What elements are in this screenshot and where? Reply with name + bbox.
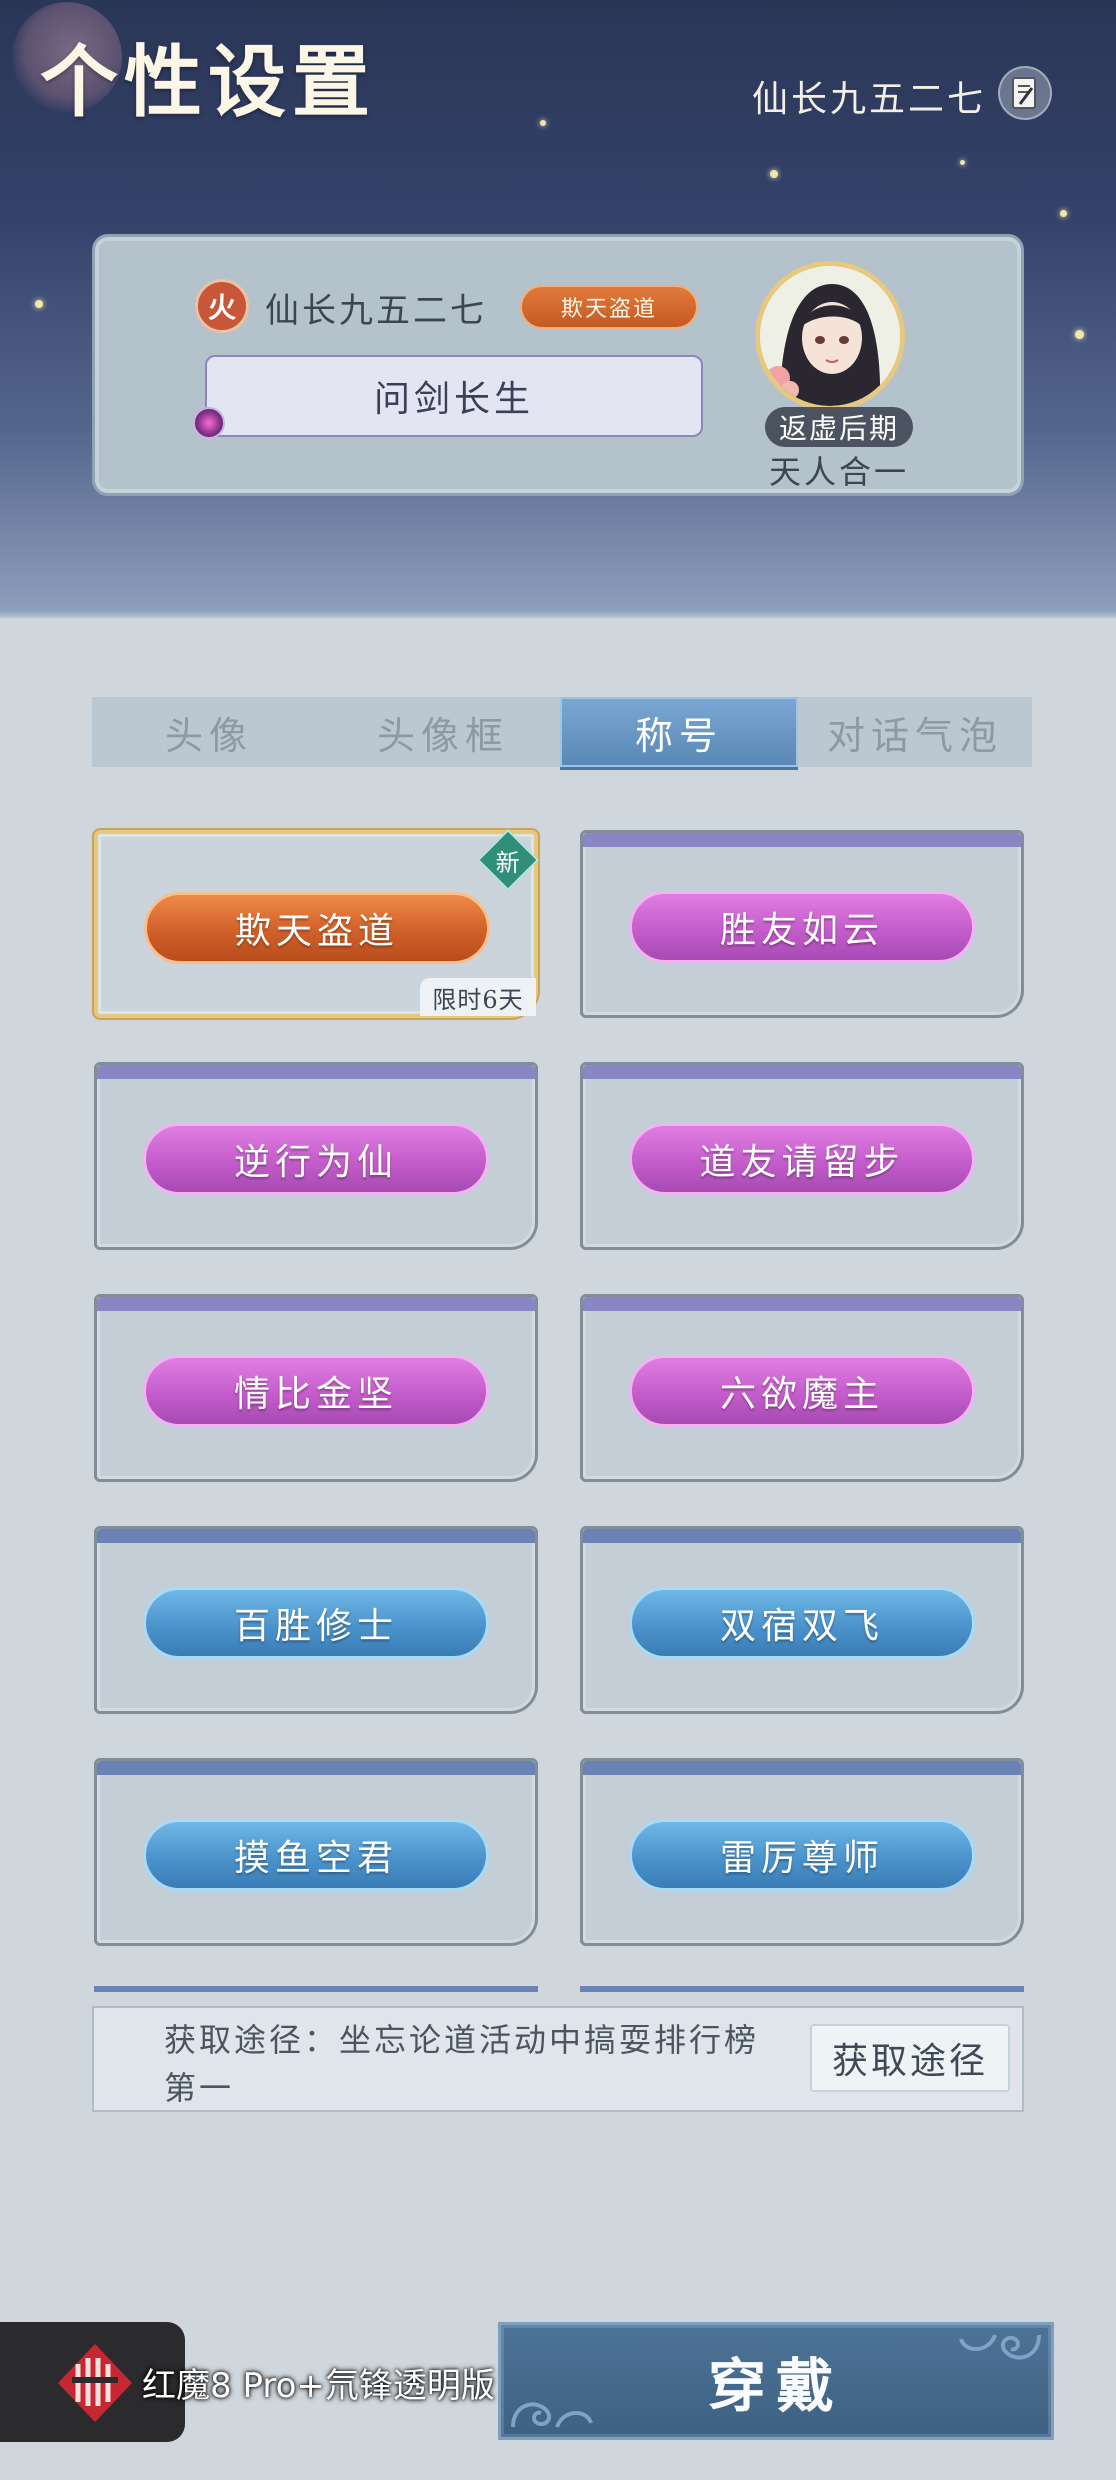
title-pill: 逆行为仙 — [143, 1123, 489, 1195]
title-pill: 百胜修士 — [143, 1587, 489, 1659]
obtain-route-button[interactable]: 获取途径 — [810, 2024, 1010, 2092]
title-pill: 欺天盗道 — [144, 892, 490, 964]
device-watermark-text: 红魔8 Pro+氘锋透明版 — [142, 2366, 495, 2406]
tab-title[interactable]: 称号 — [560, 697, 798, 767]
time-limit-tag: 限时6天 — [420, 978, 536, 1016]
title-card[interactable]: 双宿双飞 — [580, 1526, 1024, 1714]
tab-avatar-frame[interactable]: 头像框 — [326, 697, 560, 767]
title-pill: 雷厉尊师 — [629, 1819, 975, 1891]
bubble-gem-icon — [193, 407, 225, 439]
star-decoration — [1060, 210, 1067, 217]
title-pill: 摸鱼空君 — [143, 1819, 489, 1891]
speech-bubble: 问剑长生 — [205, 355, 703, 437]
title-card[interactable]: 情比金坚 — [94, 1294, 538, 1482]
star-decoration — [35, 300, 43, 308]
title-card[interactable]: 胜友如云 — [580, 830, 1024, 1018]
title-pill: 六欲魔主 — [629, 1355, 975, 1427]
tab-chat-bubble[interactable]: 对话气泡 — [798, 697, 1032, 767]
new-badge: 新 — [476, 828, 540, 892]
page-title: 个性设置 — [40, 37, 377, 128]
title-card[interactable]: 逆行为仙 — [94, 1062, 538, 1250]
title-card[interactable]: 百胜修士 — [94, 1526, 538, 1714]
red-magic-logo-icon — [58, 2344, 132, 2422]
profile-name: 仙长九五二七 — [265, 291, 487, 331]
cloud-swirl-icon — [959, 2334, 1041, 2360]
avatar[interactable] — [755, 261, 905, 411]
wear-button[interactable]: 穿戴 — [498, 2322, 1054, 2440]
realm-label: 返虚后期 — [765, 407, 913, 447]
element-badge: 火 — [195, 279, 249, 333]
equipped-title-pill: 欺天盗道 — [520, 285, 698, 329]
next-row-edge — [580, 1986, 1024, 1992]
edit-note-icon[interactable] — [998, 66, 1052, 120]
category-tabs: 头像 头像框 称号 对话气泡 — [92, 697, 1032, 767]
title-pill: 双宿双飞 — [629, 1587, 975, 1659]
obtain-description: 获取途径：坐忘论道活动中搞耍排行榜第一 — [164, 2021, 760, 2107]
star-decoration — [1075, 330, 1084, 339]
profile-preview-card: 火 仙长九五二七 欺天盗道 问剑长生 返虚后期 天人合一 — [92, 234, 1024, 496]
title-card[interactable]: 欺天盗道 新 限时6天 — [94, 828, 540, 1018]
title-card[interactable]: 摸鱼空君 — [94, 1758, 538, 1946]
realm-stage: 天人合一 — [768, 453, 909, 491]
title-pill: 胜友如云 — [629, 891, 975, 963]
title-pill: 情比金坚 — [143, 1355, 489, 1427]
user-name: 仙长九五二七 — [751, 79, 986, 120]
tab-avatar[interactable]: 头像 — [92, 697, 326, 767]
header-divider — [0, 610, 1116, 618]
next-row-edge — [94, 1986, 538, 1992]
title-pill: 道友请留步 — [629, 1123, 975, 1195]
title-card[interactable]: 六欲魔主 — [580, 1294, 1024, 1482]
star-decoration — [960, 160, 965, 165]
star-decoration — [770, 170, 778, 178]
title-card[interactable]: 道友请留步 — [580, 1062, 1024, 1250]
wear-button-label: 穿戴 — [707, 2352, 844, 2420]
cloud-swirl-icon — [511, 2402, 593, 2428]
header-banner: 个性设置 仙长九五二七 火 仙长九五二七 欺天盗道 问剑长生 返虚后期 天人合一 — [0, 0, 1116, 615]
character-portrait-icon — [760, 266, 900, 406]
obtain-info-bar: 获取途径：坐忘论道活动中搞耍排行榜第一 获取途径 — [92, 2006, 1024, 2112]
title-card[interactable]: 雷厉尊师 — [580, 1758, 1024, 1946]
star-decoration — [540, 120, 546, 126]
